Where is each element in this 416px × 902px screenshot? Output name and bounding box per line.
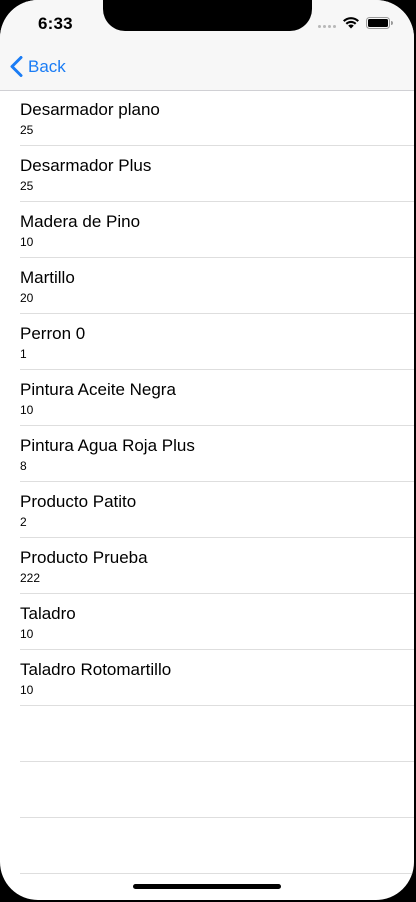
home-indicator[interactable] [133, 884, 281, 889]
product-quantity: 10 [20, 235, 34, 249]
empty-row [0, 706, 414, 762]
empty-row [0, 818, 414, 874]
list-item[interactable]: Producto Patito 2 [0, 482, 414, 538]
status-bar: 6:33 [0, 0, 414, 44]
list-item[interactable]: Desarmador Plus 25 [0, 146, 414, 202]
product-name: Pintura Aceite Negra [20, 380, 176, 399]
product-quantity: 2 [20, 515, 27, 529]
status-time: 6:33 [38, 14, 73, 33]
list-item[interactable]: Perron 0 1 [0, 314, 414, 370]
product-quantity: 25 [20, 123, 34, 137]
back-button-label: Back [28, 56, 66, 76]
product-name: Madera de Pino [20, 212, 141, 231]
product-quantity: 10 [20, 683, 34, 697]
chevron-left-icon [10, 56, 23, 77]
product-name: Pintura Agua Roja Plus [20, 436, 195, 455]
list-item[interactable]: Taladro 10 [0, 594, 414, 650]
product-name: Taladro [20, 604, 76, 623]
list-item[interactable]: Pintura Agua Roja Plus 8 [0, 426, 414, 482]
cellular-signal-icon [318, 25, 336, 28]
list-item[interactable]: Pintura Aceite Negra 10 [0, 370, 414, 426]
wifi-icon [343, 17, 359, 29]
list-item[interactable]: Producto Prueba 222 [0, 538, 414, 594]
back-button[interactable]: Back [10, 56, 66, 77]
product-quantity: 25 [20, 179, 34, 193]
product-quantity: 10 [20, 403, 34, 417]
device-notch [103, 0, 312, 31]
list-item[interactable]: Martillo 20 [0, 258, 414, 314]
list-item[interactable]: Madera de Pino 10 [0, 202, 414, 258]
list-item[interactable]: Desarmador plano 25 [0, 90, 414, 146]
navigation-bar: Back [0, 44, 414, 91]
product-quantity: 1 [20, 347, 27, 361]
phone-screen: 6:33 Back Desarmador plano 25 Desarmador… [0, 0, 414, 900]
product-name: Producto Patito [20, 492, 137, 511]
product-quantity: 222 [20, 571, 41, 585]
product-quantity: 10 [20, 627, 34, 641]
product-list: Desarmador plano 25 Desarmador Plus 25 M… [0, 90, 414, 874]
product-name: Desarmador Plus [20, 156, 152, 175]
product-name: Producto Prueba [20, 548, 148, 567]
product-quantity: 8 [20, 459, 27, 473]
empty-row [0, 762, 414, 818]
product-quantity: 20 [20, 291, 34, 305]
product-name: Perron 0 [20, 324, 86, 343]
battery-icon [366, 17, 393, 29]
product-name: Desarmador plano [20, 100, 160, 119]
product-name: Taladro Rotomartillo [20, 660, 172, 679]
product-name: Martillo [20, 268, 75, 287]
list-item[interactable]: Taladro Rotomartillo 10 [0, 650, 414, 706]
